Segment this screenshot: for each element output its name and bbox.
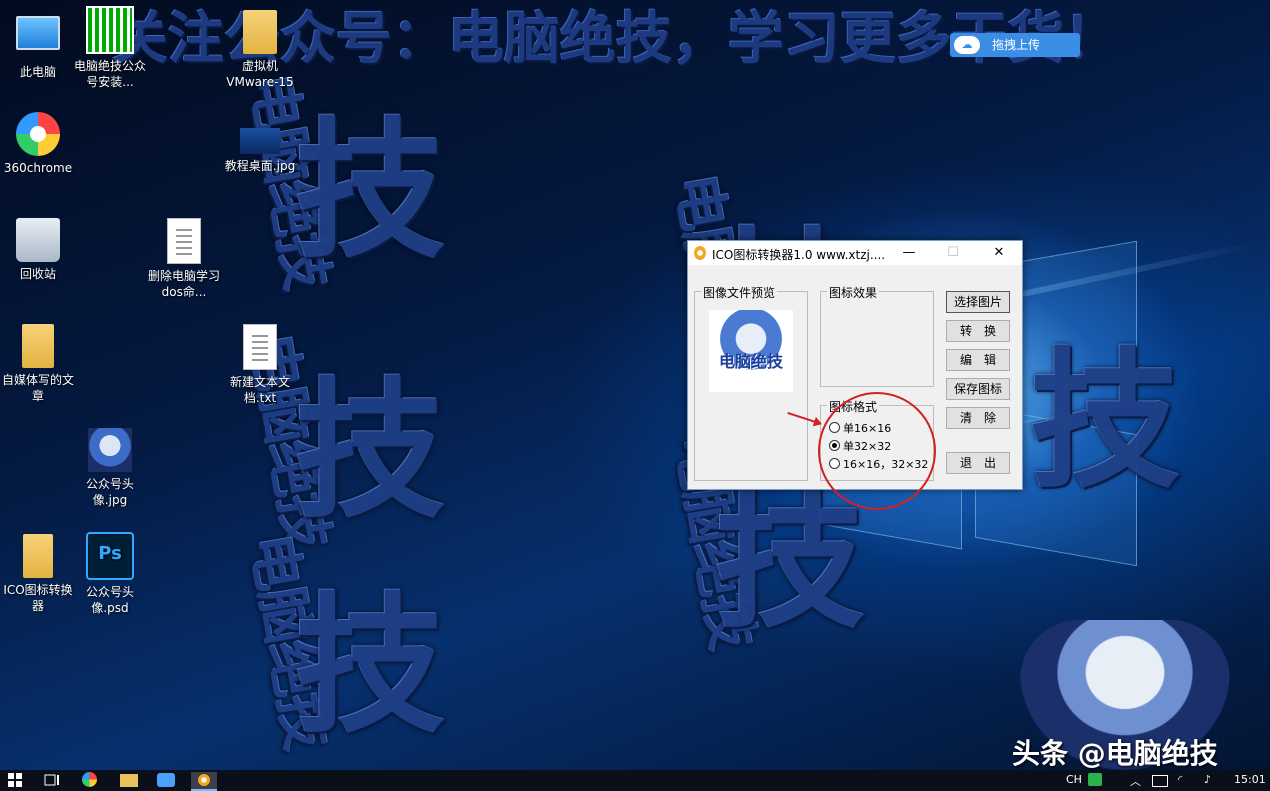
desktop-icon-qrcode-file[interactable]: 电脑绝技公众号安装...: [72, 6, 148, 90]
close-button[interactable]: ✕: [984, 243, 1014, 263]
folder-icon: [22, 324, 54, 368]
desktop-icon-label: 删除电脑学习dos命...: [147, 269, 220, 299]
desktop-icon-label: 公众号头像.jpg: [85, 477, 134, 507]
photoshop-icon: Ps: [86, 532, 134, 580]
app-icon: [198, 774, 210, 786]
battery-icon[interactable]: [1152, 775, 1168, 787]
preview-group-label: 图像文件预览: [701, 284, 778, 301]
drag-upload-button[interactable]: ☁ 拖拽上传: [950, 33, 1080, 57]
desktop-icon-recycle-bin[interactable]: 回收站: [0, 218, 76, 282]
annotation-circle: [818, 392, 936, 510]
document-icon: [167, 218, 201, 264]
desktop-icon-label: 虚拟机VMware-15: [226, 59, 294, 89]
task-view-button[interactable]: [44, 772, 62, 789]
task-view-icon: [44, 774, 59, 786]
save-icon-button[interactable]: 保存图标: [946, 378, 1010, 400]
upload-label: 拖拽上传: [992, 38, 1041, 52]
desktop-background: 关注公众号：电脑绝技，学习更多干货！ 电脑绝技 技 电脑绝技 技 电脑绝技 技 …: [0, 0, 1270, 770]
desktop-icon-avatar-jpg[interactable]: 公众号头像.jpg: [72, 428, 148, 508]
desktop-icon-label: 此电脑: [19, 65, 56, 79]
watermark-char: 技: [1030, 333, 1180, 509]
window-title: ICO图标转换器1.0 www.xtzj....: [712, 248, 886, 262]
windows-icon: [8, 773, 22, 787]
document-icon: [243, 324, 277, 370]
recycle-bin-icon: [16, 218, 60, 262]
taskbar-clock[interactable]: 15:01: [1234, 773, 1266, 786]
desktop-icon-label: 回收站: [19, 267, 56, 281]
folder-icon: [23, 534, 53, 578]
file-explorer-icon[interactable]: [120, 774, 138, 787]
ime-s-icon[interactable]: [1088, 773, 1102, 786]
desktop-icon-new-txt[interactable]: 新建文本文档.txt: [222, 324, 298, 406]
input-language[interactable]: CH: [1066, 773, 1082, 786]
desktop-icon-label: 自媒体写的文章: [1, 373, 74, 403]
convert-button[interactable]: 转 换: [946, 320, 1010, 342]
360chrome-icon: [16, 112, 60, 156]
360chrome-taskbar-icon[interactable]: [82, 772, 97, 787]
desktop-icon-label: 公众号头像.psd: [85, 585, 134, 615]
desktop-icon-label: 教程桌面.jpg: [224, 159, 296, 173]
title-bar[interactable]: ICO图标转换器1.0 www.xtzj.... — ☐ ✕: [688, 241, 1022, 265]
desktop-icon-avatar-psd[interactable]: Ps 公众号头像.psd: [72, 532, 148, 616]
select-image-button[interactable]: 选择图片: [946, 291, 1010, 313]
desktop-icon-articles-folder[interactable]: 自媒体写的文章: [0, 324, 76, 404]
cloud-icon: ☁: [954, 36, 980, 54]
qr-code-icon: [86, 6, 134, 54]
chevron-up-icon[interactable]: ︿: [1130, 773, 1141, 789]
desktop-icon-vmware-folder[interactable]: 虚拟机VMware-15: [222, 10, 298, 90]
desktop-icon-label: ICO图标转换器: [3, 583, 73, 613]
maximize-button[interactable]: ☐: [938, 243, 968, 263]
exit-button[interactable]: 退 出: [946, 452, 1010, 474]
effect-group-label: 图标效果: [827, 284, 880, 301]
taskbar: CH ︿ ◜ ♪ 15:01: [0, 770, 1270, 791]
preview-group: 图像文件预览 电脑绝技: [694, 284, 808, 481]
image-thumbnail-icon: [240, 128, 280, 154]
desktop-icon-label: 电脑绝技公众号安装...: [73, 59, 146, 89]
ico-converter-taskbar-icon[interactable]: [191, 772, 217, 791]
desktop-icon-360chrome[interactable]: 360chrome: [0, 112, 76, 176]
watermark-char: 技: [295, 578, 445, 754]
image-preview: 电脑绝技: [709, 310, 793, 392]
app-taskbar-icon[interactable]: [157, 773, 175, 787]
minimize-button[interactable]: —: [894, 243, 924, 263]
clear-button[interactable]: 清 除: [946, 407, 1010, 429]
desktop-icon-tutorial-jpg[interactable]: 教程桌面.jpg: [222, 128, 298, 174]
edit-button[interactable]: 编 辑: [946, 349, 1010, 371]
effect-group: 图标效果: [820, 284, 934, 387]
wifi-icon[interactable]: ◜: [1178, 773, 1182, 786]
start-button[interactable]: [8, 772, 26, 789]
desktop-icon-label: 新建文本文档.txt: [229, 375, 290, 405]
corner-watermark: 头条 @电脑绝技: [1012, 737, 1218, 770]
app-icon: [694, 246, 706, 260]
bull-image-icon: [88, 428, 132, 472]
watermark-char: 技: [295, 363, 445, 539]
preview-text: 电脑绝技: [718, 352, 783, 371]
desktop-icon-ico-converter[interactable]: ICO图标转换器: [0, 534, 76, 614]
desktop-icon-label: 360chrome: [3, 161, 73, 175]
watermark-char: 技: [295, 103, 445, 279]
desktop-icon-dos-doc[interactable]: 删除电脑学习dos命...: [146, 218, 222, 300]
desktop-icon-this-pc[interactable]: 此电脑: [0, 10, 76, 80]
volume-icon[interactable]: ♪: [1204, 773, 1211, 786]
computer-icon: [16, 16, 60, 50]
folder-icon: [243, 10, 277, 54]
